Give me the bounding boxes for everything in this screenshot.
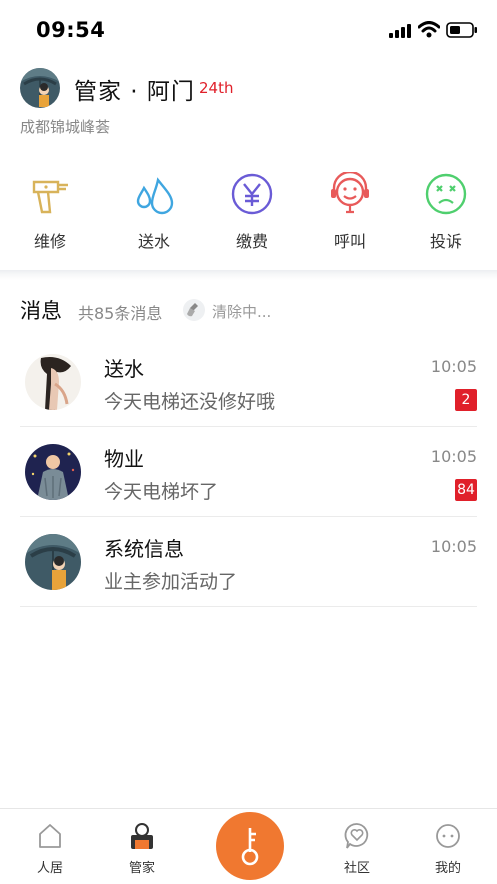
service-label: 呼叫 [333, 232, 366, 251]
community-heart-icon [344, 823, 369, 849]
clear-messages-button[interactable]: 清除中... [183, 298, 293, 322]
page-title: 管家 · 阿门 [74, 79, 195, 105]
avatar-night-icon [25, 444, 81, 500]
message-time: 10:05 [430, 537, 477, 556]
service-label: 维修 [33, 232, 66, 251]
message-time: 10:05 [430, 357, 477, 376]
service-grid: 维修 送水 缴费 呼叫 投诉 [0, 168, 497, 258]
message-time: 10:05 [430, 447, 477, 466]
message-preview: 今天电梯坏了 [104, 481, 219, 503]
avatar [25, 534, 81, 590]
section-divider [0, 270, 497, 280]
service-water-button[interactable]: 送水 [106, 168, 202, 258]
list-item[interactable]: 系统信息 业主参加活动了 10:05 [0, 517, 497, 607]
tab-butler[interactable]: 管家 [102, 809, 182, 884]
service-repair-button[interactable]: 维修 [2, 168, 98, 258]
clear-label: 清除中... [212, 303, 272, 321]
level-tag: 24th [199, 79, 234, 97]
drill-icon [32, 180, 68, 214]
message-sender: 物业 [104, 447, 144, 471]
avatar-umbrella-icon [25, 534, 81, 590]
avatar [25, 354, 81, 410]
tab-label: 人居 [36, 861, 63, 876]
avatar-girl-icon [25, 354, 81, 410]
message-sender: 系统信息 [104, 537, 184, 561]
profile-icon [436, 824, 460, 848]
service-label: 缴费 [235, 232, 268, 251]
service-payment-button[interactable]: 缴费 [204, 168, 300, 258]
water-drop-icon [136, 177, 174, 215]
community-name: 成都锦城峰荟 [20, 118, 111, 136]
unread-badge: 2 [455, 389, 477, 411]
messages-header: 消息 共85条消息 清除中... [0, 282, 497, 336]
headset-icon [331, 172, 369, 214]
message-list: 送水 今天电梯还没修好哦 10:05 2 物业 今天电梯坏了 10:05 84 [0, 337, 497, 607]
home-icon [39, 824, 61, 848]
tab-community[interactable]: 社区 [317, 809, 397, 884]
list-item[interactable]: 物业 今天电梯坏了 10:05 84 [0, 427, 497, 517]
status-time: 09:54 [36, 18, 106, 42]
broom-icon [183, 299, 205, 321]
status-bar: 09:54 [0, 0, 497, 58]
battery-icon [446, 22, 477, 38]
header: 管家 · 阿门 24th 成都锦城峰荟 维修 送水 缴费 呼叫 投诉 [0, 58, 497, 270]
row-divider [20, 606, 477, 607]
butler-icon [131, 823, 153, 849]
tab-label: 我的 [434, 861, 461, 876]
avatar[interactable] [20, 68, 60, 108]
avatar-illustration-icon [20, 68, 60, 108]
sad-face-icon [425, 173, 467, 215]
list-item[interactable]: 送水 今天电梯还没修好哦 10:05 2 [0, 337, 497, 427]
message-preview: 业主参加活动了 [104, 571, 238, 593]
key-button[interactable] [216, 812, 284, 880]
key-icon [241, 828, 259, 866]
service-complaint-button[interactable]: 投诉 [398, 168, 494, 258]
messages-title: 消息 [20, 299, 62, 323]
messages-count: 共85条消息 [78, 304, 163, 323]
signal-icon [389, 24, 411, 38]
service-call-button[interactable]: 呼叫 [302, 168, 398, 258]
message-sender: 送水 [104, 357, 144, 381]
tab-home[interactable]: 人居 [10, 809, 90, 884]
yuan-icon [231, 173, 273, 215]
wifi-icon [418, 21, 440, 38]
tab-label: 管家 [128, 861, 155, 876]
message-preview: 今天电梯还没修好哦 [104, 391, 276, 413]
tab-label: 社区 [343, 861, 370, 876]
service-label: 送水 [137, 232, 170, 251]
service-label: 投诉 [429, 232, 462, 251]
tab-profile[interactable]: 我的 [408, 809, 488, 884]
avatar [25, 444, 81, 500]
unread-badge: 84 [455, 479, 477, 501]
